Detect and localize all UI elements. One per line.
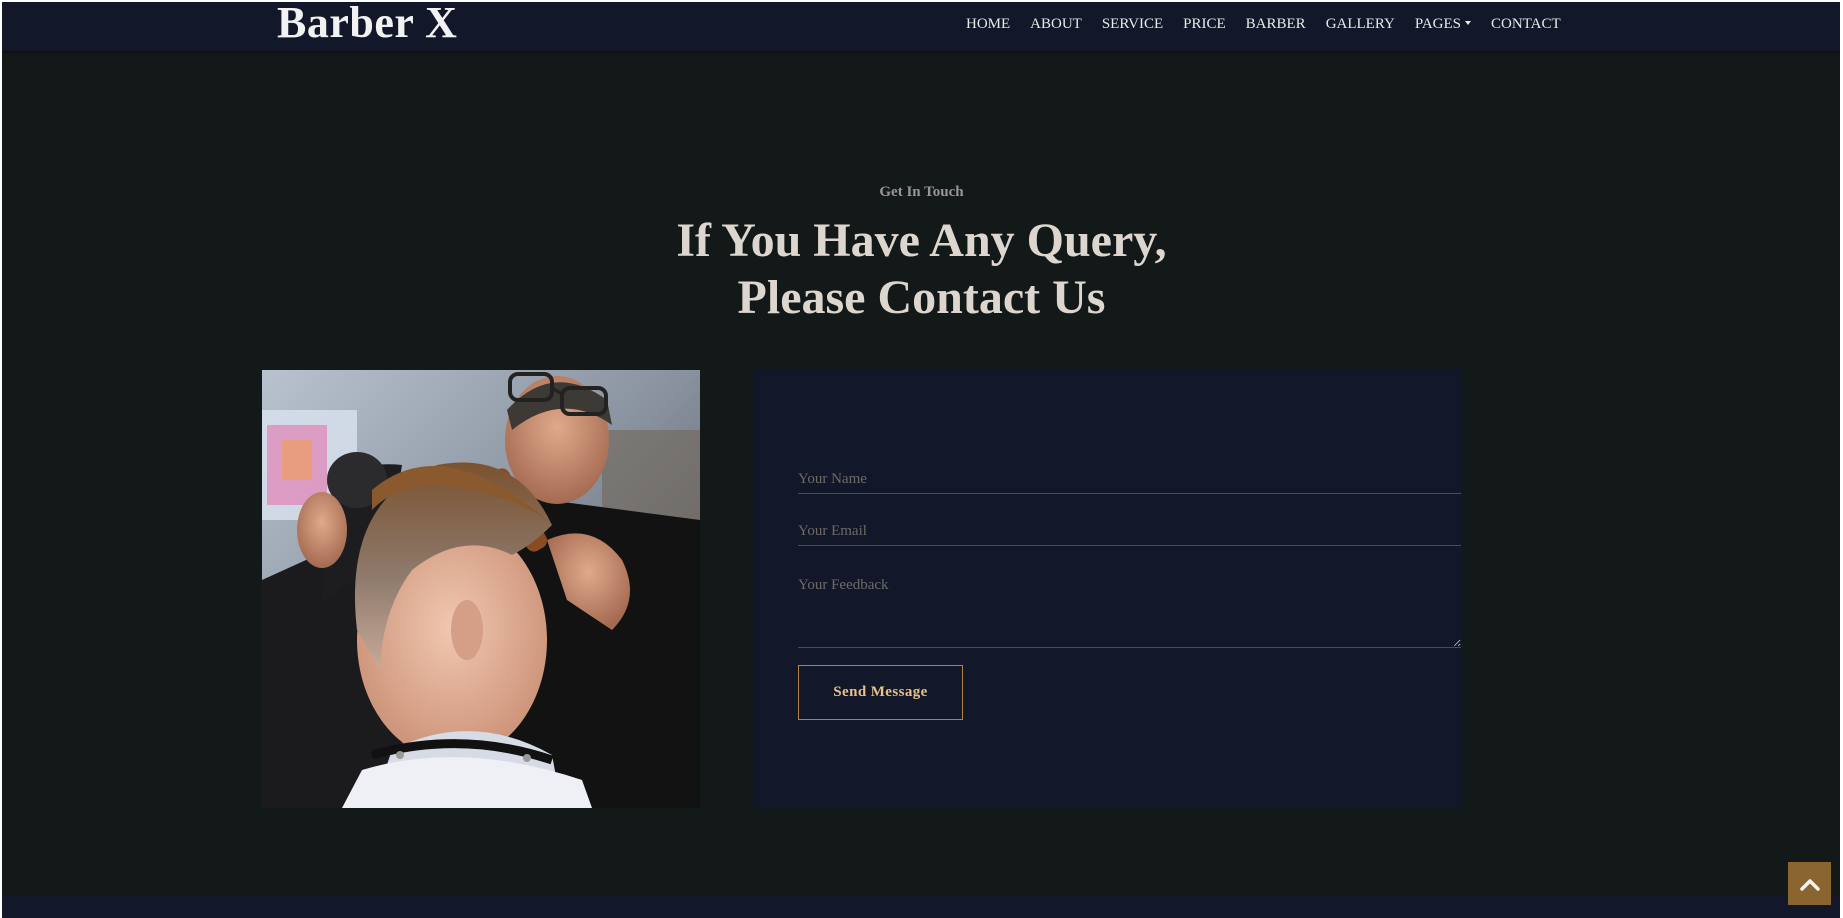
contact-form: Send Message (753, 370, 1462, 808)
nav-barber[interactable]: BARBER (1246, 14, 1306, 34)
section-title-line-2: Please Contact Us (737, 271, 1106, 324)
nav-contact[interactable]: CONTACT (1491, 14, 1561, 34)
nav-about[interactable]: ABOUT (1030, 14, 1082, 34)
main-nav: HOME ABOUT SERVICE PRICE BARBER GALLERY … (966, 14, 1581, 34)
footer-strip (0, 895, 1843, 918)
barber-photo-illustration (262, 370, 700, 808)
nav-gallery[interactable]: GALLERY (1326, 14, 1395, 34)
back-to-top-button[interactable] (1788, 862, 1831, 905)
name-input[interactable] (798, 466, 1461, 494)
email-input[interactable] (798, 518, 1461, 546)
window-border-top (0, 0, 1843, 2)
nav-pages-label: PAGES (1414, 16, 1461, 32)
navbar: Barber X HOME ABOUT SERVICE PRICE BARBER… (0, 0, 1843, 51)
feedback-textarea[interactable] (798, 577, 1461, 648)
section-title-line-1: If You Have Any Query, (676, 214, 1167, 267)
nav-pages-dropdown[interactable]: PAGES (1415, 14, 1471, 34)
nav-price[interactable]: PRICE (1183, 14, 1226, 34)
section-eyebrow: Get In Touch (879, 184, 964, 200)
barber-photo (262, 370, 700, 808)
nav-home[interactable]: HOME (966, 14, 1010, 34)
window-border-left (0, 0, 2, 918)
section-title: If You Have Any Query, Please Contact Us (0, 212, 1843, 326)
caret-down-icon (1465, 21, 1471, 25)
send-message-button[interactable]: Send Message (798, 665, 963, 720)
nav-service[interactable]: SERVICE (1102, 14, 1163, 34)
chevron-up-icon (1799, 878, 1820, 891)
brand-logo[interactable]: Barber X (277, 0, 457, 49)
